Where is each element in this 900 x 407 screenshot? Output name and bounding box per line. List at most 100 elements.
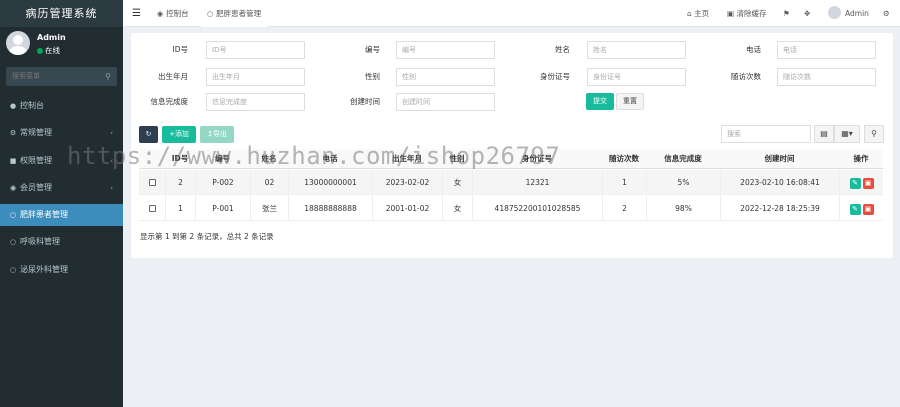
col-completion[interactable]: 信息完成度 xyxy=(646,149,720,169)
sidebar-item-respiratory[interactable]: ○ 呼吸科管理 xyxy=(0,231,123,253)
edit-icon[interactable]: ✎ xyxy=(849,177,861,189)
sidebar-item-permission[interactable]: ■ 权限管理 ‹ xyxy=(0,150,123,172)
sidebar-item-dashboard[interactable]: ● 控制台 xyxy=(0,95,123,117)
col-name[interactable]: 姓名 xyxy=(250,149,288,169)
cell-completion: 5% xyxy=(646,170,720,195)
sidebar-item-label: 会员管理 xyxy=(20,183,52,192)
user-menu[interactable]: Admin xyxy=(828,0,869,27)
cell-actions: ✎ ▣ xyxy=(839,196,883,221)
chevron-left-icon: ‹ xyxy=(110,157,113,165)
sidebar-item-label: 肥胖患者管理 xyxy=(20,210,68,219)
edit-icon[interactable]: ✎ xyxy=(849,203,861,215)
col-code[interactable]: 编号 xyxy=(195,149,250,169)
tab-label: 肥胖患者管理 xyxy=(216,9,262,18)
sidebar-item-member[interactable]: ◉ 会员管理 ‹ xyxy=(0,177,123,199)
col-created[interactable]: 创建时间 xyxy=(720,149,839,169)
cogs-icon: ⚙ xyxy=(9,129,17,137)
add-button[interactable]: +添加 xyxy=(162,126,196,143)
filter-name-input[interactable]: 姓名 xyxy=(587,41,686,59)
filter-phone-input[interactable]: 电话 xyxy=(777,41,876,59)
header-checkbox[interactable] xyxy=(139,149,165,169)
cell-completion: 98% xyxy=(646,196,720,221)
pagination-info: 显示第 1 到第 2 条记录，总共 2 条记录 xyxy=(140,232,274,241)
cell-visits: 1 xyxy=(602,170,646,195)
col-visits[interactable]: 随访次数 xyxy=(602,149,646,169)
toggle-view-button[interactable]: ▤ xyxy=(814,125,834,143)
filter-idcard-input[interactable]: 身份证号 xyxy=(587,68,686,86)
home-icon: ⌂ xyxy=(687,9,692,18)
filter-label-created: 创建时间 xyxy=(350,97,380,106)
col-gender[interactable]: 性别 xyxy=(442,149,472,169)
submit-button[interactable]: 提交 xyxy=(586,93,614,110)
filter-completion-input[interactable]: 信息完成度 xyxy=(206,93,305,111)
search-icon: ⚲ xyxy=(871,129,877,138)
sidebar: 病历管理系统 Admin 在线 搜索菜单 ⚲ ● 控制台 ⚙ 常规管理 ‹ ■ 权限管理… xyxy=(0,0,123,407)
chevron-left-icon: ‹ xyxy=(110,184,113,192)
add-label: 添加 xyxy=(174,130,189,138)
filter-label-idcard: 身份证号 xyxy=(540,72,570,81)
export-button[interactable]: ↥导出 xyxy=(200,126,234,143)
cell-gender: 女 xyxy=(442,196,472,221)
filter-id-input[interactable]: ID号 xyxy=(206,41,305,59)
cell-idcard: 418752200101028585 xyxy=(472,196,602,221)
filter-label-birth: 出生年月 xyxy=(158,72,188,81)
menu-toggle-icon[interactable]: ☰ xyxy=(132,8,141,19)
home-label: 主页 xyxy=(694,9,710,18)
sidebar-item-label: 呼吸科管理 xyxy=(20,237,60,246)
table-row[interactable]: 2 P-002 02 13000000001 2023-02-02 女 1232… xyxy=(139,170,883,195)
row-checkbox[interactable] xyxy=(139,170,165,195)
clear-cache-button[interactable]: ▣ 清除缓存 xyxy=(727,0,766,27)
sidebar-item-general[interactable]: ⚙ 常规管理 ‹ xyxy=(0,122,123,144)
user-status-label: 在线 xyxy=(45,46,60,55)
table-header: ID号 编号 姓名 电话 出生年月 性别 身份证号 随访次数 信息完成度 创建时… xyxy=(139,149,883,169)
user-name: Admin xyxy=(37,33,66,42)
settings-icon[interactable]: ⚙ xyxy=(883,0,890,27)
filter-created-input[interactable]: 创建时间 xyxy=(396,93,495,111)
col-phone[interactable]: 电话 xyxy=(288,149,372,169)
group-icon: ■ xyxy=(9,157,17,165)
tab-dashboard[interactable]: ◉ 控制台 xyxy=(151,0,195,27)
reset-button[interactable]: 重置 xyxy=(616,93,644,110)
translate-icon[interactable]: ⚑ xyxy=(783,0,790,27)
col-id[interactable]: ID号 xyxy=(165,149,195,169)
delete-icon[interactable]: ▣ xyxy=(862,203,874,215)
export-label: 导出 xyxy=(212,130,227,138)
search-icon[interactable]: ⚲ xyxy=(105,67,111,86)
filter-label-gender: 性别 xyxy=(365,72,380,81)
circle-icon: ○ xyxy=(9,238,17,246)
table-icon: ▤ xyxy=(820,129,828,138)
table-search-input[interactable]: 搜索 xyxy=(721,125,811,143)
home-link[interactable]: ⌂ 主页 xyxy=(687,0,709,27)
fullscreen-icon[interactable]: ✥ xyxy=(804,0,810,27)
col-idcard[interactable]: 身份证号 xyxy=(472,149,602,169)
sidebar-search-input[interactable]: 搜索菜单 ⚲ xyxy=(6,67,117,86)
table-row[interactable]: 1 P-001 张兰 18888888888 2001-01-02 女 4187… xyxy=(139,196,883,221)
clear-cache-label: 清除缓存 xyxy=(736,9,767,18)
trash-icon: ▣ xyxy=(727,9,735,18)
filter-code-input[interactable]: 编号 xyxy=(396,41,495,59)
dashboard-icon: ● xyxy=(9,102,17,110)
checkbox[interactable] xyxy=(148,205,156,212)
delete-icon[interactable]: ▣ xyxy=(862,177,874,189)
columns-button[interactable]: ▦▾ xyxy=(834,125,860,143)
cell-name: 02 xyxy=(250,170,288,195)
filter-visits-input[interactable]: 随访次数 xyxy=(777,68,876,86)
cell-created: 2022-12-28 18:25:39 xyxy=(720,196,839,221)
cell-created: 2023-02-10 16:08:41 xyxy=(720,170,839,195)
sidebar-item-urology[interactable]: ○ 泌尿外科管理 xyxy=(0,259,123,281)
sidebar-item-obesity[interactable]: ○ 肥胖患者管理 xyxy=(0,204,123,226)
tab-obesity[interactable]: ○ 肥胖患者管理 xyxy=(201,0,268,27)
row-checkbox[interactable] xyxy=(139,196,165,221)
refresh-button[interactable]: ↻ xyxy=(139,126,158,143)
col-birth[interactable]: 出生年月 xyxy=(372,149,442,169)
cell-birth: 2023-02-02 xyxy=(372,170,442,195)
checkbox[interactable] xyxy=(148,179,156,186)
col-actions: 操作 xyxy=(853,154,869,163)
filter-gender-input[interactable]: 性别 xyxy=(396,68,495,86)
user-menu-label: Admin xyxy=(845,9,869,18)
advanced-search-button[interactable]: ⚲ xyxy=(864,125,884,143)
cell-id: 2 xyxy=(165,170,195,195)
filter-label-code: 编号 xyxy=(365,45,380,54)
app-title[interactable]: 病历管理系统 xyxy=(0,0,123,27)
filter-birth-input[interactable]: 出生年月 xyxy=(206,68,305,86)
